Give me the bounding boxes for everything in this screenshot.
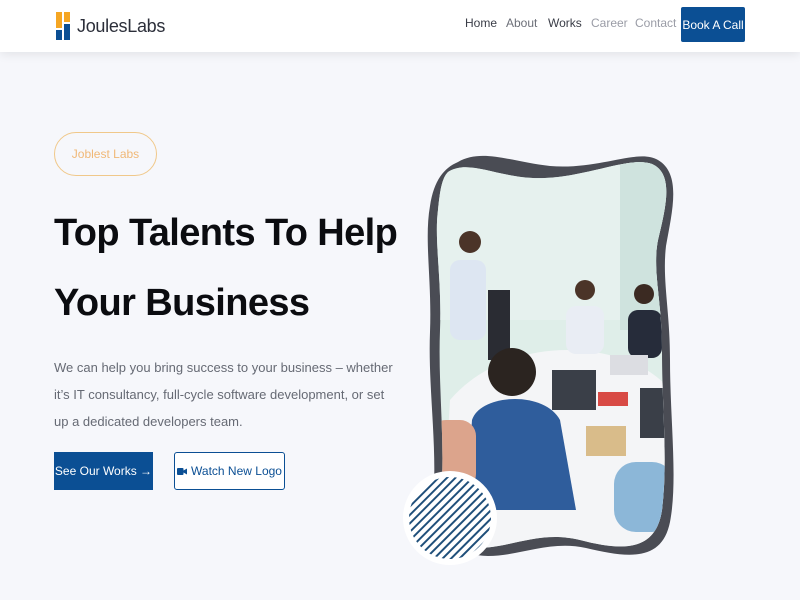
nav-works[interactable]: Works bbox=[548, 16, 582, 34]
headline-line-2: Your Business bbox=[54, 282, 310, 324]
headline-line-1: Top Talents To Help bbox=[54, 212, 398, 254]
logo-mark-icon bbox=[56, 12, 70, 40]
nav-contact[interactable]: Contact bbox=[635, 16, 676, 34]
hero-headline: Top Talents To Help Your Business bbox=[54, 198, 414, 338]
watch-new-logo-label: Watch New Logo bbox=[191, 464, 282, 478]
watch-new-logo-button[interactable]: Watch New Logo bbox=[174, 452, 285, 490]
striped-circle bbox=[403, 471, 497, 565]
nav-home[interactable]: Home bbox=[465, 16, 497, 34]
see-our-works-button[interactable]: See Our Works → bbox=[54, 452, 153, 490]
site-header: JoulesLabs Home About Works Career Conta… bbox=[0, 0, 800, 52]
hero-team-photo bbox=[403, 155, 674, 565]
logo[interactable]: JoulesLabs bbox=[53, 11, 165, 41]
hero-description: We can help you bring success to your bu… bbox=[54, 360, 393, 429]
nav-career[interactable]: Career bbox=[591, 16, 628, 34]
book-a-call-button[interactable]: Book A Call bbox=[681, 7, 745, 42]
hero-badge: Joblest Labs bbox=[54, 132, 157, 176]
video-camera-icon bbox=[177, 467, 188, 475]
nav-about[interactable]: About bbox=[506, 16, 537, 34]
logo-text: JoulesLabs bbox=[77, 15, 166, 36]
